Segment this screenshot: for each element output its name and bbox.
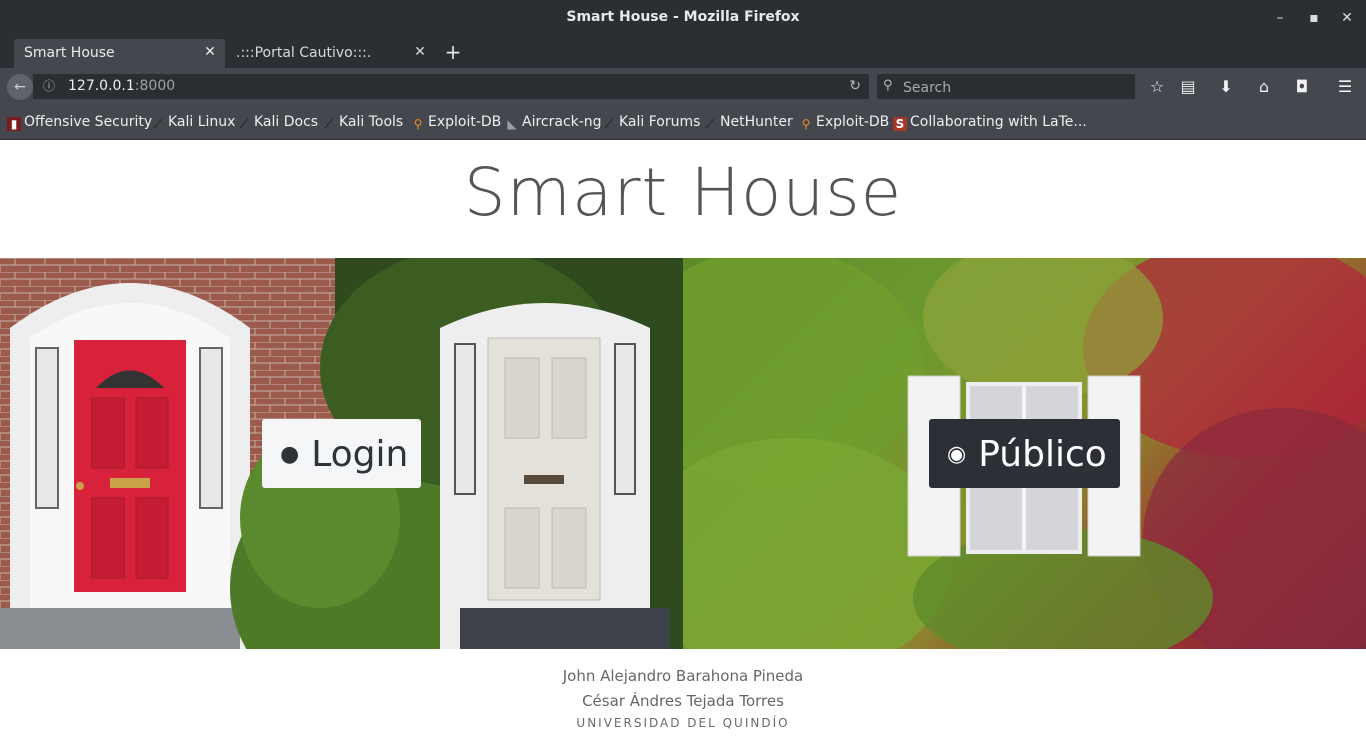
bookmark-label: Kali Docs	[254, 114, 319, 130]
bookmark-kali-docs[interactable]: ⟋ Kali Docs	[237, 114, 318, 132]
offsec-icon: ▮	[7, 117, 21, 131]
author-name: César Ándres Tejada Torres	[582, 692, 784, 710]
bookmark-label: Offensive Security	[24, 114, 153, 130]
user-circle-icon: ●	[280, 442, 300, 467]
bookmark-label: Collaborating with LaTe...	[910, 114, 1087, 130]
back-arrow-icon[interactable]: ←	[7, 74, 33, 100]
reload-icon[interactable]: ↻	[849, 78, 861, 94]
search-icon: ⚲	[883, 78, 893, 93]
bookmark-label: Kali Linux	[168, 114, 236, 130]
bookmark-offensive-security[interactable]: ▮ Offensive Security	[7, 114, 152, 132]
kali-icon: ⟋	[705, 117, 715, 131]
bookmark-exploit-db[interactable]: ⚲ Exploit-DB	[411, 114, 502, 132]
bookmark-collaborating-latex[interactable]: S Collaborating with LaTe...	[893, 114, 1087, 132]
exploitdb-icon: ⚲	[801, 117, 811, 131]
page-title: Smart House	[463, 154, 903, 231]
university-name: UNIVERSIDAD DEL QUINDÍO	[576, 716, 790, 730]
bookmarks-toolbar: ▮ Offensive Security ⟋ Kali Linux ⟋ Kali Do…	[0, 106, 1366, 140]
url-bar[interactable]: ⓘ 127.0.0.1:8000 ↻	[33, 74, 869, 99]
bookmark-label: Exploit-DB	[428, 114, 502, 130]
sharelatex-icon: S	[893, 117, 907, 131]
search-box[interactable]: ⚲	[877, 74, 1135, 99]
bookmark-star-icon[interactable]: ☆	[1146, 77, 1168, 97]
search-input[interactable]	[901, 77, 1130, 98]
new-tab-icon[interactable]: +	[443, 40, 463, 64]
public-button-label: Público	[978, 434, 1107, 475]
exploitdb-icon: ⚲	[413, 117, 423, 131]
login-button[interactable]: ● Login	[262, 419, 421, 488]
tab-portal-cautivo[interactable]: .:::Portal Cautivo:::. ✕	[226, 39, 434, 68]
downloads-icon[interactable]: ⬇	[1215, 77, 1237, 97]
kali-icon: ⟋	[324, 117, 334, 131]
kali-icon: ⟋	[239, 117, 249, 131]
kali-icon: ⟋	[153, 117, 163, 131]
kali-icon: ⟋	[604, 117, 614, 131]
bookmark-kali-tools[interactable]: ⟋ Kali Tools	[322, 114, 403, 132]
menu-icon[interactable]: ☰	[1334, 77, 1356, 97]
bookmark-label: Kali Tools	[339, 114, 404, 130]
login-button-label: Login	[311, 434, 409, 475]
navigation-toolbar: ← ⓘ 127.0.0.1:8000 ↻ ⚲ ☆ ▤ ⬇ ⌂ ◘ ☰	[0, 68, 1366, 106]
page-content: Smart House ● Login ◉ Público John Aleja…	[0, 140, 1366, 741]
bookmark-aircrack-ng[interactable]: ◣ Aircrack-ng	[505, 114, 602, 132]
info-icon[interactable]: ⓘ	[41, 78, 57, 94]
tab-label: .:::Portal Cautivo:::.	[236, 45, 372, 61]
window-title: Smart House - Mozilla Firefox	[566, 9, 800, 25]
bookmark-label: NetHunter	[720, 114, 793, 130]
bookmark-exploit-db-2[interactable]: ⚲ Exploit-DB	[799, 114, 890, 132]
aircrack-icon: ◣	[507, 117, 517, 131]
minimize-icon[interactable]: –	[1270, 8, 1290, 28]
footer: John Alejandro Barahona Pineda César Ánd…	[0, 664, 1366, 730]
bookmark-label: Exploit-DB	[816, 114, 890, 130]
bookmark-label: Aircrack-ng	[522, 114, 602, 130]
url-host: 127.0.0.1	[68, 78, 135, 94]
tab-smart-house[interactable]: Smart House ✕	[14, 39, 225, 68]
author-name: John Alejandro Barahona Pineda	[562, 667, 804, 685]
bookmark-kali-linux[interactable]: ⟋ Kali Linux	[151, 114, 236, 132]
close-window-icon[interactable]: ✕	[1337, 8, 1357, 28]
tab-label: Smart House	[24, 45, 115, 61]
globe-icon: ◉	[947, 442, 967, 467]
close-tab-icon[interactable]: ✕	[412, 44, 428, 60]
window-titlebar: Smart House - Mozilla Firefox – ▪ ✕	[0, 0, 1366, 36]
bookmark-label: Kali Forums	[619, 114, 701, 130]
bookmark-nethunter[interactable]: ⟋ NetHunter	[703, 114, 793, 132]
maximize-icon[interactable]: ▪	[1304, 8, 1324, 28]
reading-list-icon[interactable]: ▤	[1177, 77, 1199, 97]
close-tab-icon[interactable]: ✕	[202, 44, 218, 60]
pocket-icon[interactable]: ◘	[1291, 77, 1313, 97]
bookmark-kali-forums[interactable]: ⟋ Kali Forums	[602, 114, 701, 132]
public-button[interactable]: ◉ Público	[929, 419, 1120, 488]
hero-section: ● Login ◉ Público	[0, 258, 1366, 649]
url-port: :8000	[134, 78, 176, 94]
url-text[interactable]: 127.0.0.1:8000	[68, 78, 175, 94]
home-icon[interactable]: ⌂	[1253, 77, 1275, 97]
tab-bar: Smart House ✕ .:::Portal Cautivo:::. ✕ +	[0, 36, 1366, 68]
